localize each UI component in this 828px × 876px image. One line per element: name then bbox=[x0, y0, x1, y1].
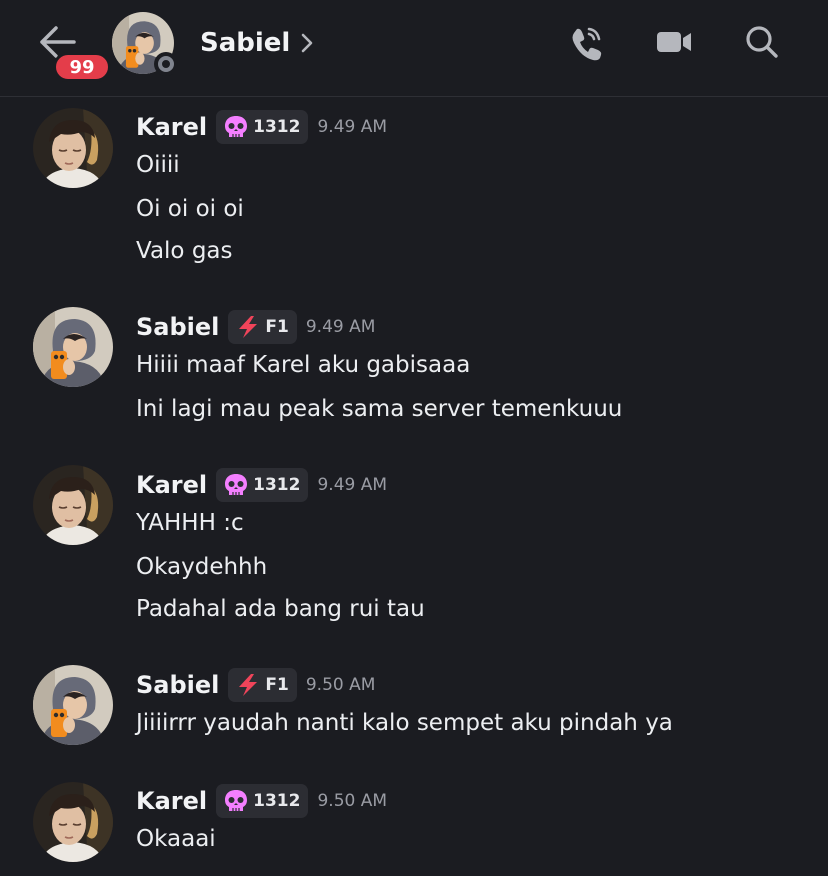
message-header: Karel 1312 9.49 AM bbox=[136, 110, 388, 144]
author-avatar[interactable] bbox=[33, 782, 113, 862]
server-tag-label: 1312 bbox=[253, 117, 301, 137]
chat-header: 99 Sabiel bbox=[0, 0, 828, 97]
message-text: Oi oi oi oi bbox=[136, 196, 244, 222]
server-tag-label: F1 bbox=[265, 675, 289, 695]
author-name[interactable]: Sabiel bbox=[136, 313, 219, 341]
message-text: Ini lagi mau peak sama server temenkuuu bbox=[136, 396, 623, 422]
author-name[interactable]: Karel bbox=[136, 787, 207, 815]
phone-call-icon bbox=[572, 27, 602, 61]
video-camera-icon bbox=[657, 32, 691, 52]
channel-title[interactable]: Sabiel bbox=[200, 25, 314, 61]
lightning-icon bbox=[239, 674, 258, 696]
skull-icon bbox=[225, 116, 248, 137]
author-avatar[interactable] bbox=[33, 108, 113, 188]
message-text: Okaydehhh bbox=[136, 554, 268, 580]
server-tag[interactable]: 1312 bbox=[216, 468, 309, 502]
server-tag-label: 1312 bbox=[253, 475, 301, 495]
skull-icon bbox=[225, 474, 248, 495]
message-header: Sabiel F1 9.49 AM bbox=[136, 310, 376, 344]
search-button[interactable] bbox=[742, 22, 782, 62]
message-timestamp: 9.49 AM bbox=[317, 117, 388, 137]
author-avatar[interactable] bbox=[33, 665, 113, 745]
server-tag-label: 1312 bbox=[253, 791, 301, 811]
channel-name: Sabiel bbox=[200, 28, 291, 58]
message-timestamp: 9.50 AM bbox=[305, 675, 376, 695]
message-text: YAHHH :c bbox=[136, 510, 244, 536]
message-text: Jiiiirrr yaudah nanti kalo sempet aku pi… bbox=[136, 710, 673, 736]
message-text: Padahal ada bang rui tau bbox=[136, 596, 425, 622]
message-text: Okaaai bbox=[136, 826, 216, 852]
lightning-icon bbox=[239, 316, 258, 338]
message-header: Sabiel F1 9.50 AM bbox=[136, 668, 376, 702]
offline-status-icon bbox=[154, 52, 178, 76]
voice-call-button[interactable] bbox=[566, 22, 606, 62]
message-text: Valo gas bbox=[136, 238, 233, 264]
message-timestamp: 9.49 AM bbox=[305, 317, 376, 337]
message-header: Karel 1312 9.50 AM bbox=[136, 784, 388, 818]
author-name[interactable]: Karel bbox=[136, 113, 207, 141]
message-text: Oiiii bbox=[136, 152, 180, 178]
message-header: Karel 1312 9.49 AM bbox=[136, 468, 388, 502]
search-icon bbox=[746, 26, 778, 58]
message-text: Hiiii maaf Karel aku gabisaaa bbox=[136, 352, 471, 378]
server-tag[interactable]: F1 bbox=[228, 668, 297, 702]
server-tag[interactable]: F1 bbox=[228, 310, 297, 344]
unread-badge: 99 bbox=[53, 52, 111, 82]
server-tag-label: F1 bbox=[265, 317, 289, 337]
server-tag[interactable]: 1312 bbox=[216, 784, 309, 818]
message-timestamp: 9.50 AM bbox=[317, 791, 388, 811]
author-name[interactable]: Sabiel bbox=[136, 671, 219, 699]
chevron-right-icon bbox=[302, 33, 313, 53]
message-timestamp: 9.49 AM bbox=[317, 475, 388, 495]
video-call-button[interactable] bbox=[654, 22, 694, 62]
author-name[interactable]: Karel bbox=[136, 471, 207, 499]
server-tag[interactable]: 1312 bbox=[216, 110, 309, 144]
author-avatar[interactable] bbox=[33, 465, 113, 545]
author-avatar[interactable] bbox=[33, 307, 113, 387]
skull-icon bbox=[225, 790, 248, 811]
